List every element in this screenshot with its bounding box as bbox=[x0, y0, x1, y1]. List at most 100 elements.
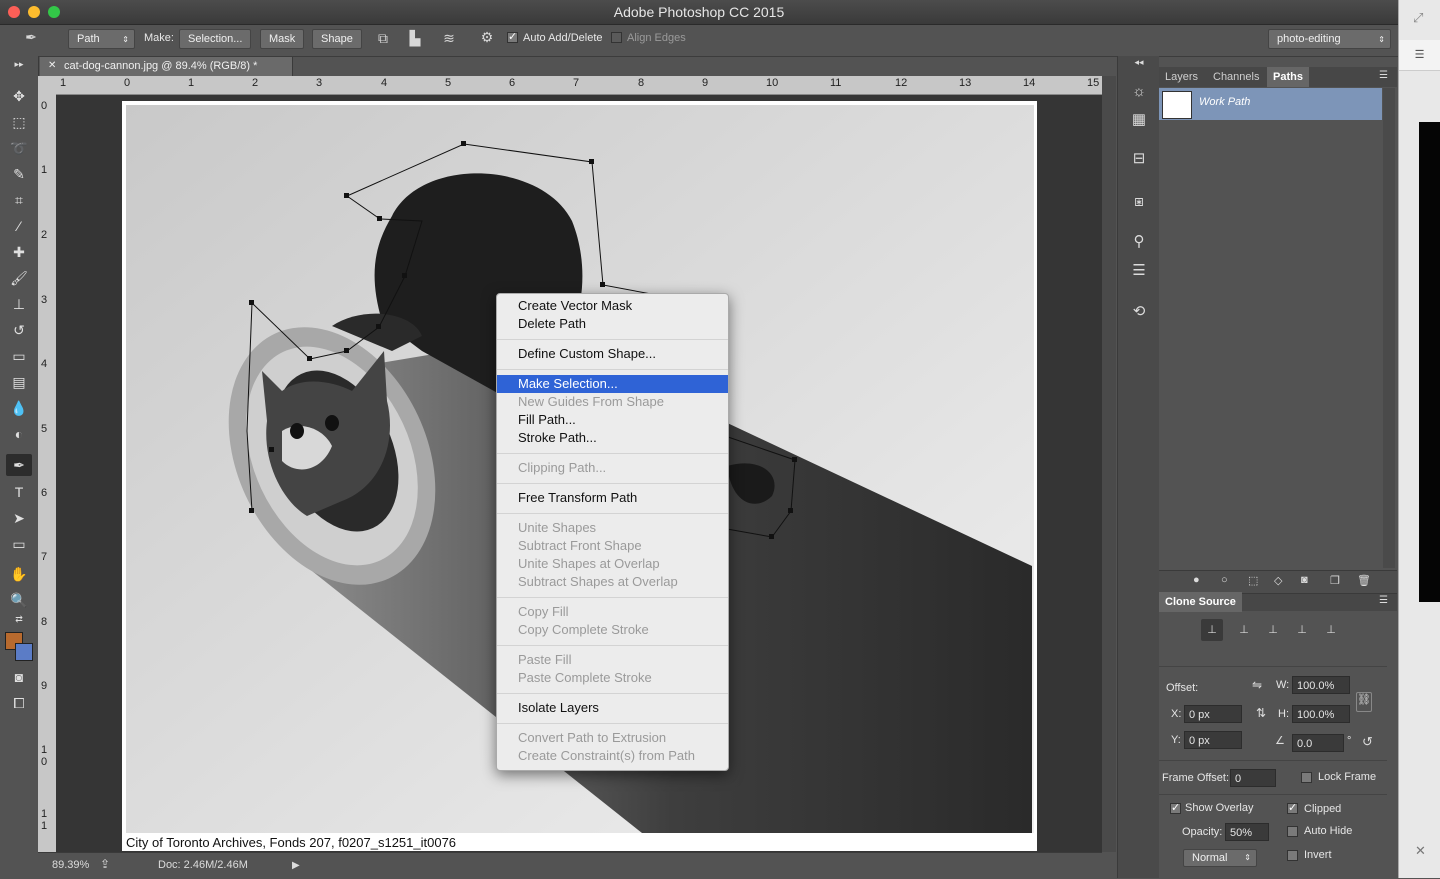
link-icon[interactable]: ⛓ bbox=[1356, 692, 1372, 712]
align-edges-checkbox[interactable] bbox=[611, 32, 622, 43]
clone-source-3-icon[interactable]: ⊥ bbox=[1262, 619, 1284, 641]
collapse-strip-icon[interactable]: ◂◂ bbox=[1128, 56, 1150, 68]
make-shape-button[interactable]: Shape bbox=[312, 29, 362, 49]
auto-hide-checkbox[interactable] bbox=[1287, 826, 1298, 837]
gradient-tool-icon[interactable]: ▤ bbox=[6, 371, 32, 393]
zoom-level[interactable]: 89.39% bbox=[52, 859, 89, 871]
menu-stroke-path[interactable]: Stroke Path... bbox=[497, 429, 728, 447]
lasso-tool-icon[interactable]: ➰ bbox=[6, 137, 32, 159]
clone-source-1-icon[interactable]: ⊥ bbox=[1201, 619, 1223, 641]
clone-source-icon[interactable]: ⟲ bbox=[1128, 301, 1150, 323]
brush-presets-icon[interactable]: ⚲ bbox=[1128, 231, 1150, 253]
healing-brush-tool-icon[interactable]: ✚ bbox=[6, 241, 32, 263]
panel-menu-icon[interactable]: ☰ bbox=[1379, 595, 1388, 606]
path-mode-select[interactable]: Path ⇕ bbox=[68, 29, 135, 49]
menu-define-custom-shape[interactable]: Define Custom Shape... bbox=[497, 345, 728, 363]
close-icon[interactable]: ✕ bbox=[1415, 843, 1426, 859]
share-icon[interactable]: ⇪ bbox=[100, 857, 110, 871]
collapse-tools-icon[interactable]: ▸▸ bbox=[6, 58, 32, 70]
make-selection-button[interactable]: Selection... bbox=[179, 29, 252, 49]
document-tab[interactable]: ✕ cat-dog-cannon.jpg @ 89.4% (RGB/8) * bbox=[40, 57, 293, 76]
tab-layers[interactable]: Layers bbox=[1159, 67, 1204, 87]
tab-channels[interactable]: Channels bbox=[1207, 67, 1265, 87]
path-alignment-icon[interactable]: ▙ bbox=[406, 30, 424, 47]
width-scale-field[interactable]: 100.0% bbox=[1292, 676, 1350, 694]
marquee-tool-icon[interactable]: ⬚ bbox=[6, 111, 32, 133]
make-work-path-icon[interactable]: ◇ bbox=[1274, 574, 1282, 587]
lock-frame-checkbox[interactable] bbox=[1301, 772, 1312, 783]
fill-path-icon[interactable]: ● bbox=[1193, 574, 1200, 586]
clone-source-2-icon[interactable]: ⊥ bbox=[1233, 619, 1255, 641]
workspace-select[interactable]: photo-editing ⇕ bbox=[1268, 29, 1391, 49]
quick-selection-tool-icon[interactable]: ✎ bbox=[6, 163, 32, 185]
reset-transform-icon[interactable]: ↺ bbox=[1362, 734, 1373, 750]
tab-paths[interactable]: Paths bbox=[1267, 67, 1309, 87]
eraser-tool-icon[interactable]: ▭ bbox=[6, 345, 32, 367]
frame-offset-field[interactable]: 0 bbox=[1230, 769, 1276, 787]
hamburger-menu-icon[interactable]: ☰ bbox=[1399, 40, 1440, 71]
clone-source-5-icon[interactable]: ⊥ bbox=[1320, 619, 1342, 641]
pen-tool-icon[interactable]: ✒ bbox=[6, 454, 32, 476]
panel-menu-icon[interactable]: ☰ bbox=[1379, 70, 1388, 81]
background-color-swatch[interactable] bbox=[15, 643, 33, 661]
menu-create-vector-mask[interactable]: Create Vector Mask bbox=[497, 297, 728, 315]
menu-fill-path[interactable]: Fill Path... bbox=[497, 411, 728, 429]
move-tool-icon[interactable]: ✥ bbox=[6, 85, 32, 107]
properties-icon[interactable]: ⊟ bbox=[1128, 148, 1150, 170]
zoom-tool-icon[interactable]: 🔍 bbox=[6, 589, 32, 611]
path-selection-tool-icon[interactable]: ➤ bbox=[6, 507, 32, 529]
pen-tool-preset-icon[interactable]: ✒ bbox=[20, 29, 42, 46]
ruler-origin[interactable] bbox=[38, 76, 56, 94]
angle-field[interactable]: 0.0 bbox=[1292, 734, 1344, 752]
vertical-scrollbar[interactable] bbox=[1102, 76, 1116, 852]
path-arrangement-icon[interactable]: ≋ bbox=[440, 30, 458, 47]
history-brush-tool-icon[interactable]: ↺ bbox=[6, 319, 32, 341]
flip-horizontal-icon[interactable]: ⇋ bbox=[1252, 678, 1262, 692]
menu-free-transform-path[interactable]: Free Transform Path bbox=[497, 489, 728, 507]
y-offset-field[interactable]: 0 px bbox=[1184, 731, 1242, 749]
status-menu-arrow-icon[interactable]: ▶ bbox=[292, 860, 300, 871]
menu-delete-path[interactable]: Delete Path bbox=[497, 315, 728, 333]
tab-clone-source[interactable]: Clone Source bbox=[1159, 592, 1242, 612]
adjustments-icon[interactable]: ☰ bbox=[1128, 260, 1150, 282]
clipped-checkbox[interactable] bbox=[1287, 801, 1298, 814]
screen-mode-icon[interactable]: ⧠ bbox=[6, 692, 32, 714]
brush-tool-icon[interactable]: 🖌 bbox=[6, 267, 32, 289]
flip-vertical-icon[interactable]: ⇅ bbox=[1256, 706, 1266, 720]
clone-source-4-icon[interactable]: ⊥ bbox=[1291, 619, 1313, 641]
paths-panel-icon[interactable]: ⧆ bbox=[1128, 191, 1150, 213]
close-tab-icon[interactable]: ✕ bbox=[48, 60, 56, 71]
horizontal-ruler[interactable]: 1 0 1 2 3 4 5 6 7 8 9 10 11 12 13 14 15 bbox=[56, 76, 1102, 95]
hand-tool-icon[interactable]: ✋ bbox=[6, 563, 32, 585]
path-operations-icon[interactable]: ⧉ bbox=[374, 30, 392, 47]
clone-stamp-tool-icon[interactable]: ⊥ bbox=[6, 293, 32, 315]
dodge-tool-icon[interactable]: ◐ bbox=[6, 423, 32, 445]
menu-isolate-layers[interactable]: Isolate Layers bbox=[497, 699, 728, 717]
load-selection-icon[interactable]: ⬚ bbox=[1248, 574, 1258, 587]
show-overlay-checkbox[interactable] bbox=[1170, 801, 1181, 814]
invert-checkbox[interactable] bbox=[1287, 850, 1298, 861]
crop-tool-icon[interactable]: ⌗ bbox=[6, 189, 32, 211]
levels-icon[interactable]: ▦ bbox=[1128, 109, 1150, 131]
gear-icon[interactable]: ⚙ bbox=[478, 29, 496, 46]
rectangle-tool-icon[interactable]: ▭ bbox=[6, 533, 32, 555]
vertical-ruler[interactable]: 0 1 2 3 4 5 6 7 8 9 1 0 1 1 bbox=[38, 94, 57, 852]
swap-colors-icon[interactable]: ⇄ bbox=[6, 612, 32, 626]
fullscreen-icon[interactable]: ⤢ bbox=[1413, 10, 1423, 26]
menu-make-selection[interactable]: Make Selection... bbox=[497, 375, 728, 393]
make-mask-button[interactable]: Mask bbox=[260, 29, 305, 49]
blend-mode-select[interactable]: Normal ⇕ bbox=[1183, 849, 1257, 867]
height-scale-field[interactable]: 100.0% bbox=[1292, 705, 1350, 723]
eyedropper-tool-icon[interactable]: ⁄ bbox=[6, 215, 32, 237]
opacity-field[interactable]: 50% bbox=[1225, 823, 1269, 841]
add-mask-icon[interactable]: ◙ bbox=[1301, 574, 1308, 586]
stroke-path-icon[interactable]: ○ bbox=[1221, 574, 1228, 586]
blur-tool-icon[interactable]: 💧 bbox=[6, 397, 32, 419]
new-path-icon[interactable]: ❐ bbox=[1330, 574, 1340, 587]
trash-icon[interactable]: 🗑 bbox=[1357, 574, 1371, 587]
paths-scrollbar[interactable] bbox=[1383, 88, 1395, 568]
path-row-work-path[interactable]: Work Path bbox=[1159, 88, 1382, 120]
type-tool-icon[interactable]: T bbox=[6, 481, 32, 503]
auto-add-delete-checkbox[interactable] bbox=[507, 30, 518, 43]
x-offset-field[interactable]: 0 px bbox=[1184, 705, 1242, 723]
